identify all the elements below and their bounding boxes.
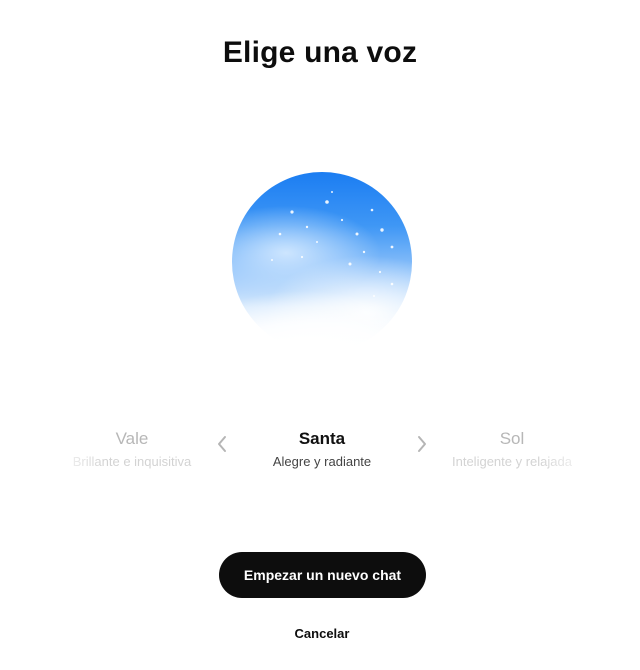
voice-description: Brillante e inquisitiva — [72, 454, 192, 469]
voice-orb — [232, 172, 412, 352]
voice-option-next[interactable]: Sol Inteligente y relajada — [442, 428, 582, 471]
chevron-right-icon[interactable] — [412, 432, 432, 456]
cancel-button[interactable]: Cancelar — [260, 620, 384, 646]
page-title: Elige una voz — [222, 36, 418, 69]
voice-description: Alegre y radiante — [272, 454, 372, 469]
voice-option-selected: Santa Alegre y radiante — [242, 428, 402, 471]
voice-option-previous[interactable]: Vale Brillante e inquisitiva — [62, 428, 202, 471]
voice-orb-sphere — [232, 172, 412, 352]
voice-name: Santa — [298, 429, 346, 448]
voice-description: Inteligente y relajada — [452, 454, 572, 469]
voice-carousel: Vale Brillante e inquisitiva Santa Alegr… — [0, 428, 640, 478]
voice-name: Sol — [499, 429, 525, 448]
voice-name: Vale — [115, 429, 149, 448]
start-new-chat-button[interactable]: Empezar un nuevo chat — [219, 552, 426, 598]
chevron-left-icon[interactable] — [212, 432, 232, 456]
snow-particles-icon — [271, 191, 394, 297]
voice-picker-page: Elige una voz Vale Brillante e inquisiti… — [0, 0, 640, 670]
